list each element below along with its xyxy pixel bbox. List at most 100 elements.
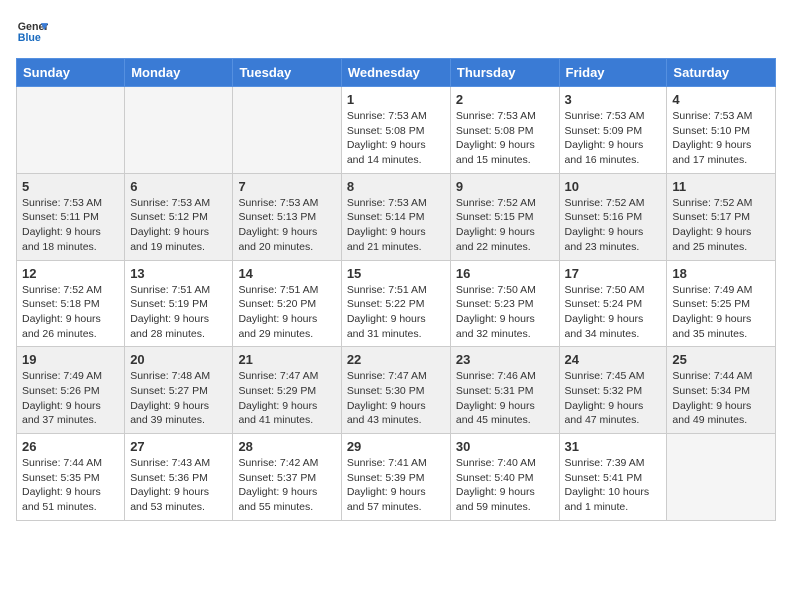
day-info: Sunrise: 7:51 AM Sunset: 5:19 PM Dayligh… [130,283,227,342]
column-header-tuesday: Tuesday [233,59,341,87]
day-info: Sunrise: 7:47 AM Sunset: 5:29 PM Dayligh… [238,369,335,428]
calendar-cell [667,434,776,521]
column-header-saturday: Saturday [667,59,776,87]
day-info: Sunrise: 7:52 AM Sunset: 5:18 PM Dayligh… [22,283,119,342]
day-info: Sunrise: 7:47 AM Sunset: 5:30 PM Dayligh… [347,369,445,428]
calendar-week-row: 26 Sunrise: 7:44 AM Sunset: 5:35 PM Dayli… [17,434,776,521]
day-number: 8 [347,179,445,194]
day-number: 3 [565,92,662,107]
logo: General Blue [16,16,48,48]
calendar-cell: 20 Sunrise: 7:48 AM Sunset: 5:27 PM Dayli… [125,347,233,434]
calendar-week-row: 19Sunrise: 7:49 AM Sunset: 5:26 PM Dayli… [17,347,776,434]
column-header-friday: Friday [559,59,667,87]
day-info: Sunrise: 7:53 AM Sunset: 5:14 PM Dayligh… [347,196,445,255]
day-number: 29 [347,439,445,454]
calendar-cell: 24 Sunrise: 7:45 AM Sunset: 5:32 PM Dayli… [559,347,667,434]
calendar-cell: 5 Sunrise: 7:53 AM Sunset: 5:11 PM Daylig… [17,173,125,260]
day-info: Sunrise: 7:46 AM Sunset: 5:31 PM Dayligh… [456,369,554,428]
calendar-cell: 13 Sunrise: 7:51 AM Sunset: 5:19 PM Dayli… [125,260,233,347]
day-number: 31 [565,439,662,454]
day-info: Sunrise: 7:45 AM Sunset: 5:32 PM Dayligh… [565,369,662,428]
page-header: General Blue [16,16,776,48]
calendar-table: SundayMondayTuesdayWednesdayThursdayFrid… [16,58,776,521]
calendar-cell [17,87,125,174]
calendar-cell: 23 Sunrise: 7:46 AM Sunset: 5:31 PM Dayli… [450,347,559,434]
day-info: Sunrise: 7:44 AM Sunset: 5:35 PM Dayligh… [22,456,119,515]
calendar-cell: 1 Sunrise: 7:53 AM Sunset: 5:08 PM Daylig… [341,87,450,174]
calendar-cell: 29 Sunrise: 7:41 AM Sunset: 5:39 PM Dayli… [341,434,450,521]
day-number: 18 [672,266,770,281]
day-info: Sunrise: 7:42 AM Sunset: 5:37 PM Dayligh… [238,456,335,515]
calendar-week-row: 5 Sunrise: 7:53 AM Sunset: 5:11 PM Daylig… [17,173,776,260]
calendar-cell [125,87,233,174]
day-number: 11 [672,179,770,194]
day-info: Sunrise: 7:53 AM Sunset: 5:08 PM Dayligh… [347,109,445,168]
day-number: 5 [22,179,119,194]
calendar-cell: 30 Sunrise: 7:40 AM Sunset: 5:40 PM Dayli… [450,434,559,521]
day-info: Sunrise: 7:52 AM Sunset: 5:17 PM Dayligh… [672,196,770,255]
calendar-cell: 15 Sunrise: 7:51 AM Sunset: 5:22 PM Dayli… [341,260,450,347]
day-info: Sunrise: 7:43 AM Sunset: 5:36 PM Dayligh… [130,456,227,515]
calendar-cell: 2 Sunrise: 7:53 AM Sunset: 5:08 PM Daylig… [450,87,559,174]
day-info: Sunrise: 7:53 AM Sunset: 5:11 PM Dayligh… [22,196,119,255]
day-number: 27 [130,439,227,454]
day-number: 28 [238,439,335,454]
day-info: Sunrise: 7:53 AM Sunset: 5:08 PM Dayligh… [456,109,554,168]
day-info: Sunrise: 7:40 AM Sunset: 5:40 PM Dayligh… [456,456,554,515]
calendar-cell: 21 Sunrise: 7:47 AM Sunset: 5:29 PM Dayli… [233,347,341,434]
day-number: 25 [672,352,770,367]
calendar-cell: 22 Sunrise: 7:47 AM Sunset: 5:30 PM Dayli… [341,347,450,434]
day-number: 2 [456,92,554,107]
calendar-cell: 4Sunrise: 7:53 AM Sunset: 5:10 PM Daylig… [667,87,776,174]
day-number: 4 [672,92,770,107]
day-info: Sunrise: 7:50 AM Sunset: 5:24 PM Dayligh… [565,283,662,342]
calendar-cell: 31 Sunrise: 7:39 AM Sunset: 5:41 PM Dayli… [559,434,667,521]
calendar-cell: 11 Sunrise: 7:52 AM Sunset: 5:17 PM Dayli… [667,173,776,260]
day-number: 6 [130,179,227,194]
calendar-cell: 27 Sunrise: 7:43 AM Sunset: 5:36 PM Dayli… [125,434,233,521]
calendar-cell: 9 Sunrise: 7:52 AM Sunset: 5:15 PM Daylig… [450,173,559,260]
day-number: 26 [22,439,119,454]
day-number: 21 [238,352,335,367]
day-info: Sunrise: 7:49 AM Sunset: 5:25 PM Dayligh… [672,283,770,342]
calendar-cell: 25Sunrise: 7:44 AM Sunset: 5:34 PM Dayli… [667,347,776,434]
calendar-cell: 17 Sunrise: 7:50 AM Sunset: 5:24 PM Dayli… [559,260,667,347]
day-number: 22 [347,352,445,367]
day-info: Sunrise: 7:52 AM Sunset: 5:16 PM Dayligh… [565,196,662,255]
calendar-week-row: 1 Sunrise: 7:53 AM Sunset: 5:08 PM Daylig… [17,87,776,174]
calendar-cell: 28 Sunrise: 7:42 AM Sunset: 5:37 PM Dayli… [233,434,341,521]
calendar-week-row: 12Sunrise: 7:52 AM Sunset: 5:18 PM Dayli… [17,260,776,347]
calendar-cell: 18 Sunrise: 7:49 AM Sunset: 5:25 PM Dayli… [667,260,776,347]
logo-icon: General Blue [16,16,48,48]
column-header-monday: Monday [125,59,233,87]
day-number: 9 [456,179,554,194]
calendar-cell [233,87,341,174]
day-info: Sunrise: 7:49 AM Sunset: 5:26 PM Dayligh… [22,369,119,428]
calendar-cell: 8 Sunrise: 7:53 AM Sunset: 5:14 PM Daylig… [341,173,450,260]
day-info: Sunrise: 7:48 AM Sunset: 5:27 PM Dayligh… [130,369,227,428]
day-number: 1 [347,92,445,107]
day-number: 13 [130,266,227,281]
day-info: Sunrise: 7:51 AM Sunset: 5:22 PM Dayligh… [347,283,445,342]
day-number: 24 [565,352,662,367]
day-number: 10 [565,179,662,194]
day-info: Sunrise: 7:52 AM Sunset: 5:15 PM Dayligh… [456,196,554,255]
calendar-cell: 6 Sunrise: 7:53 AM Sunset: 5:12 PM Daylig… [125,173,233,260]
column-header-sunday: Sunday [17,59,125,87]
svg-text:Blue: Blue [18,32,41,44]
day-info: Sunrise: 7:39 AM Sunset: 5:41 PM Dayligh… [565,456,662,515]
calendar-cell: 16Sunrise: 7:50 AM Sunset: 5:23 PM Dayli… [450,260,559,347]
day-info: Sunrise: 7:53 AM Sunset: 5:13 PM Dayligh… [238,196,335,255]
calendar-cell: 12Sunrise: 7:52 AM Sunset: 5:18 PM Dayli… [17,260,125,347]
day-info: Sunrise: 7:41 AM Sunset: 5:39 PM Dayligh… [347,456,445,515]
day-number: 17 [565,266,662,281]
day-number: 14 [238,266,335,281]
day-number: 30 [456,439,554,454]
day-number: 15 [347,266,445,281]
day-info: Sunrise: 7:51 AM Sunset: 5:20 PM Dayligh… [238,283,335,342]
day-number: 23 [456,352,554,367]
day-info: Sunrise: 7:53 AM Sunset: 5:12 PM Dayligh… [130,196,227,255]
day-number: 7 [238,179,335,194]
day-info: Sunrise: 7:53 AM Sunset: 5:09 PM Dayligh… [565,109,662,168]
day-number: 20 [130,352,227,367]
